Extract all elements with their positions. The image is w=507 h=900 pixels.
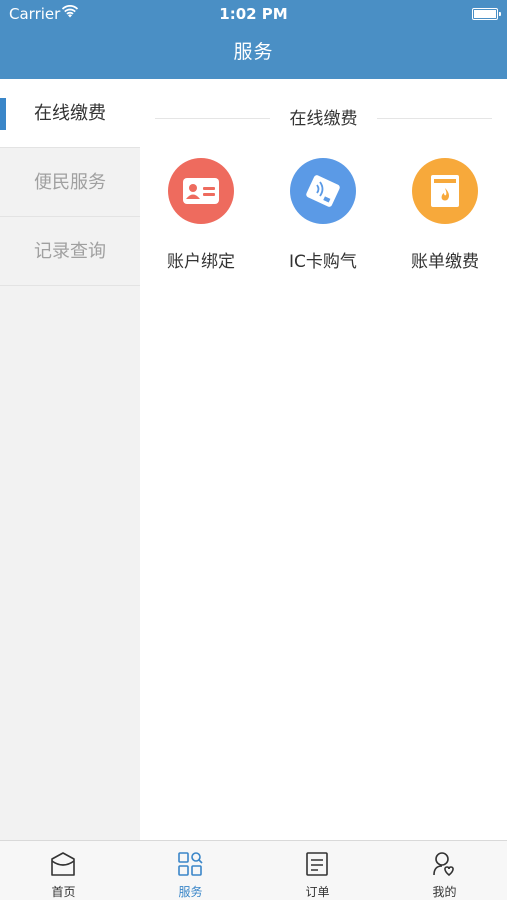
tab-profile[interactable]: 我的: [381, 841, 507, 900]
item-label: 账单缴费: [411, 252, 479, 272]
tab-label: 服务: [178, 885, 203, 899]
tab-orders[interactable]: 订单: [254, 841, 381, 900]
grid-search-icon: [177, 851, 203, 877]
active-indicator: [0, 98, 6, 130]
divider: [377, 118, 492, 119]
sidebar-item-label: 记录查询: [34, 241, 106, 262]
ic-card-icon: [290, 158, 356, 224]
bill-payment-button[interactable]: 账单缴费: [384, 158, 506, 278]
item-label: 账户绑定: [167, 252, 235, 272]
tab-services[interactable]: 服务: [127, 841, 254, 900]
tab-bar: 首页 服务 订单 我的: [0, 840, 507, 900]
id-card-icon: [168, 158, 234, 224]
battery-icon: [472, 8, 501, 20]
clock: 1:02 PM: [219, 5, 288, 23]
sidebar-item-convenience-services[interactable]: 便民服务: [0, 148, 140, 217]
sidebar-item-label: 在线缴费: [34, 103, 106, 124]
account-binding-button[interactable]: 账户绑定: [140, 158, 262, 278]
divider: [155, 118, 270, 119]
tab-home[interactable]: 首页: [0, 841, 127, 900]
tab-label: 我的: [432, 885, 457, 899]
order-icon: [304, 851, 330, 877]
gas-bill-icon: [412, 158, 478, 224]
section-header: 在线缴费: [140, 107, 507, 131]
page-title: 服务: [233, 41, 274, 63]
status-bar: Carrier 1:02 PM: [0, 0, 507, 28]
tab-label: 订单: [305, 885, 330, 899]
ic-card-purchase-button[interactable]: IC卡购气: [262, 158, 384, 278]
header: Carrier 1:02 PM 服务: [0, 0, 507, 79]
sidebar-item-label: 便民服务: [34, 172, 106, 193]
sidebar-item-record-query[interactable]: 记录查询: [0, 217, 140, 286]
item-label: IC卡购气: [289, 252, 357, 272]
profile-icon: [431, 851, 457, 877]
sidebar: 在线缴费 便民服务 记录查询: [0, 79, 140, 840]
sidebar-item-online-payment[interactable]: 在线缴费: [0, 79, 140, 148]
section-title: 在线缴费: [289, 109, 358, 129]
tab-label: 首页: [51, 885, 76, 899]
content-panel: 在线缴费 账户绑定 IC卡购气 账单缴费: [140, 79, 507, 840]
home-icon: [50, 851, 76, 877]
